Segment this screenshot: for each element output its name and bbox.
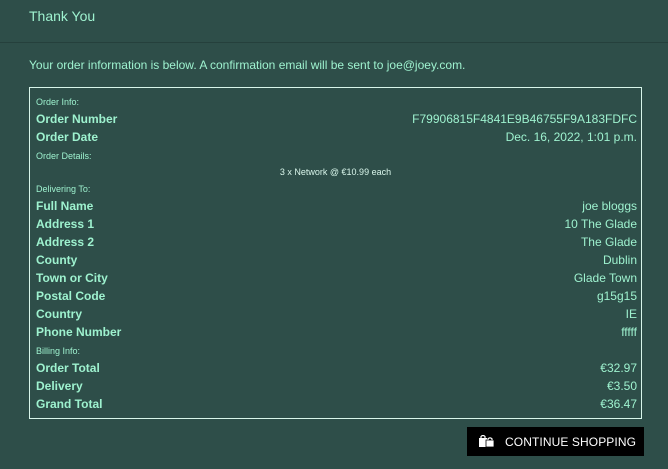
order-date-value: Dec. 16, 2022, 1:01 p.m. [505, 130, 637, 144]
town-value: Glade Town [573, 271, 637, 285]
order-total-value: €32.97 [600, 361, 637, 375]
phone-label: Phone Number [36, 325, 122, 339]
delivery-heading: Delivering To: [36, 184, 91, 194]
order-date-label: Order Date [36, 130, 99, 144]
order-line-item: 3 x Network @ €10.99 each [279, 167, 392, 177]
postal-code-value: g15g15 [596, 289, 637, 303]
billing-heading: Billing Info: [36, 346, 81, 356]
grand-total-value: €36.47 [600, 397, 637, 411]
confirmation-message: Your order information is below. A confi… [29, 58, 466, 72]
country-row: Country IE [36, 307, 637, 325]
country-label: Country [36, 307, 82, 321]
county-label: County [36, 253, 78, 267]
order-number-value: F79906815F4841E9B46755F9A183FDFC [412, 112, 637, 126]
full-name-row: Full Name joe bloggs [36, 199, 637, 217]
address-2-label: Address 2 [36, 235, 95, 249]
phone-row: Phone Number fffff [36, 325, 637, 343]
order-details-heading: Order Details: [36, 151, 92, 161]
order-date-row: Order Date Dec. 16, 2022, 1:01 p.m. [36, 130, 637, 148]
county-value: Dublin [602, 253, 637, 267]
postal-code-row: Postal Code g15g15 [36, 289, 637, 307]
address-2-value: The Glade [580, 235, 637, 249]
delivery-cost-label: Delivery [36, 379, 83, 393]
full-name-value: joe bloggs [582, 199, 637, 213]
shopping-bags-icon [479, 434, 495, 448]
address-1-value: 10 The Glade [564, 217, 638, 231]
postal-code-label: Postal Code [36, 289, 106, 303]
country-value: IE [625, 307, 637, 321]
address-1-row: Address 1 10 The Glade [36, 217, 637, 235]
grand-total-row: Grand Total €36.47 [36, 397, 637, 415]
county-row: County Dublin [36, 253, 637, 271]
order-number-label: Order Number [36, 112, 118, 126]
order-info-heading: Order Info: [36, 97, 80, 107]
phone-value: fffff [621, 325, 637, 339]
delivery-cost-value: €3.50 [606, 379, 637, 393]
town-row: Town or City Glade Town [36, 271, 637, 289]
order-number-row: Order Number F79906815F4841E9B46755F9A18… [36, 112, 637, 130]
address-2-row: Address 2 The Glade [36, 235, 637, 253]
order-total-row: Order Total €32.97 [36, 361, 637, 379]
town-label: Town or City [36, 271, 108, 285]
page-title: Thank You [29, 8, 96, 24]
order-summary-box: Order Info: Order Number F79906815F4841E… [29, 87, 642, 419]
grand-total-label: Grand Total [36, 397, 103, 411]
full-name-label: Full Name [36, 199, 94, 213]
title-divider [0, 42, 668, 43]
delivery-cost-row: Delivery €3.50 [36, 379, 637, 397]
order-total-label: Order Total [36, 361, 100, 375]
address-1-label: Address 1 [36, 217, 95, 231]
continue-shopping-button[interactable]: CONTINUE SHOPPING [467, 427, 644, 456]
continue-shopping-label: CONTINUE SHOPPING [505, 435, 637, 449]
